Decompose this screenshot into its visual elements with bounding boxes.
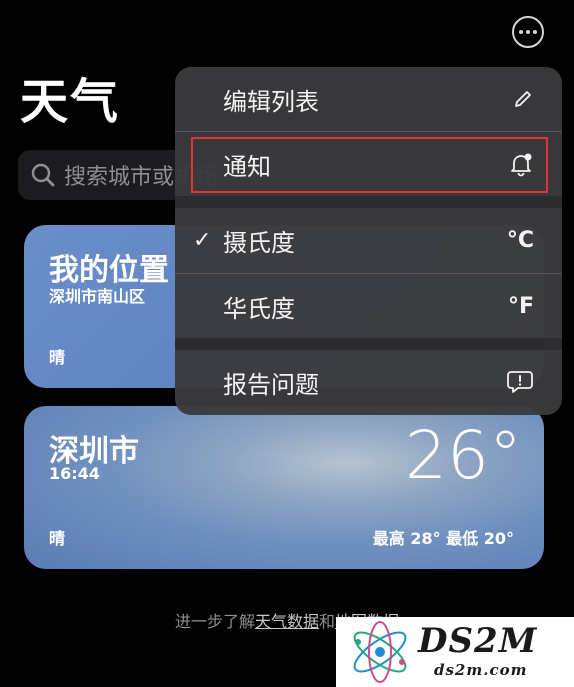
menu-item-edit-list[interactable]: 编辑列表 (175, 67, 562, 131)
fahrenheit-unit: °F (507, 293, 534, 319)
watermark-brand: DS2M (418, 621, 538, 661)
watermark-url: ds2m.com (434, 661, 528, 679)
report-bubble-icon (506, 369, 534, 395)
page-title: 天气 (20, 74, 121, 130)
menu-item-celsius[interactable]: ✓ 摄氏度 °C (175, 208, 562, 272)
card-temperature: 26° (405, 417, 522, 494)
card-location: 深圳市南山区 (49, 287, 146, 306)
card-condition: 晴 (49, 529, 66, 548)
context-menu: 编辑列表 通知 ✓ 摄氏度 °C 华氏度 °F 报告问题 (175, 67, 562, 415)
card-condition: 晴 (49, 348, 66, 367)
celsius-unit: °C (506, 227, 534, 253)
pencil-icon (512, 88, 534, 110)
card-high-low: 最高 28° 最低 20° (372, 529, 514, 548)
search-icon (31, 163, 55, 187)
notification-highlight-box (191, 137, 548, 193)
card-time: 16:44 (49, 464, 100, 483)
weather-card-shenzhen[interactable]: 深圳市 16:44 26° 晴 最高 28° 最低 20° (24, 406, 544, 569)
more-options-button[interactable] (512, 16, 544, 48)
weather-data-link[interactable]: 天气数据 (255, 612, 319, 631)
watermark-logo: DS2M ds2m.com (336, 617, 574, 687)
checkmark-icon: ✓ (193, 227, 212, 253)
atom-logo-icon (353, 621, 407, 683)
ellipsis-icon (519, 30, 523, 34)
menu-item-report-issue[interactable]: 报告问题 (175, 350, 562, 414)
menu-item-fahrenheit[interactable]: 华氏度 °F (175, 274, 562, 338)
